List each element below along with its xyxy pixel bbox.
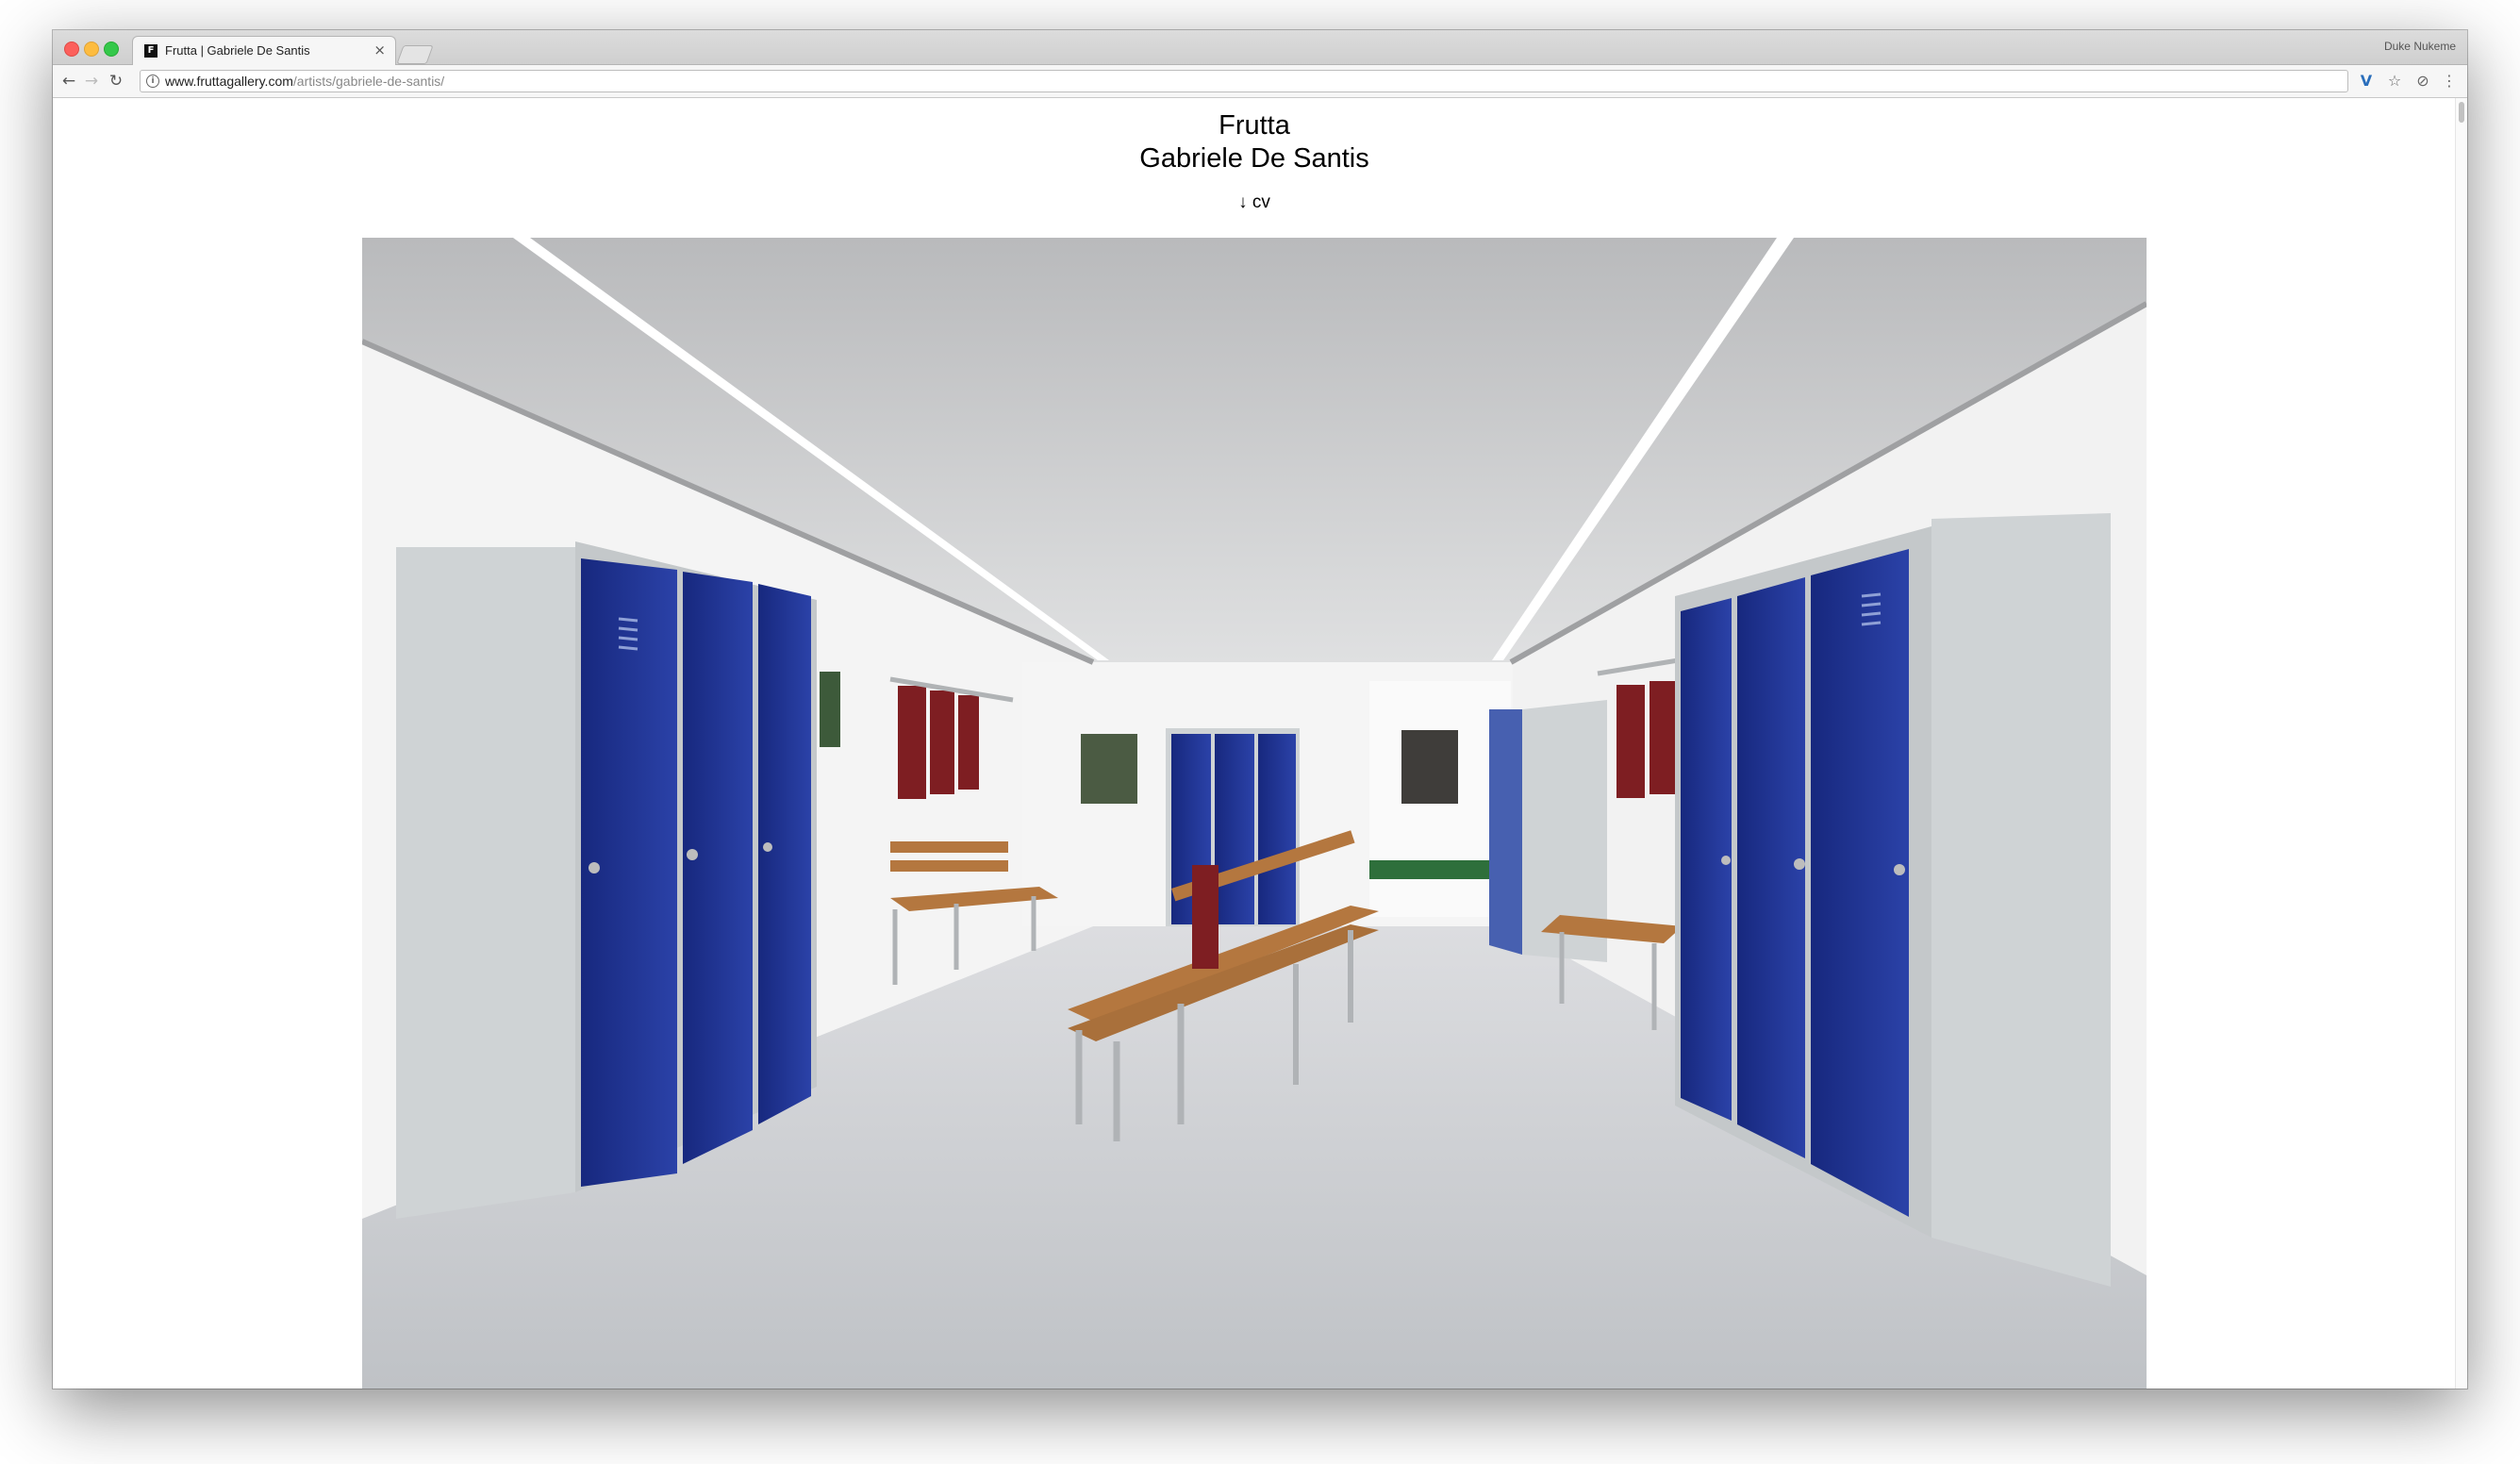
v-extension-icon[interactable]: V bbox=[2356, 71, 2377, 92]
gallery-name[interactable]: Frutta bbox=[53, 109, 2456, 141]
frutta-favicon-icon: F bbox=[144, 44, 158, 58]
shield-extension-icon[interactable]: ⊘ bbox=[2412, 71, 2433, 92]
arrow-right-icon[interactable]: → bbox=[81, 71, 102, 92]
tab-title: Frutta | Gabriele De Santis bbox=[165, 43, 310, 58]
artist-name: Gabriele De Santis bbox=[1139, 143, 1369, 174]
close-window-button[interactable] bbox=[64, 42, 79, 57]
profile-name[interactable]: Duke Nukeme bbox=[2384, 40, 2456, 53]
star-icon[interactable]: ☆ bbox=[2384, 71, 2405, 92]
reload-icon[interactable]: ↻ bbox=[106, 71, 126, 92]
cv-link[interactable]: ↓ cv bbox=[1238, 192, 1270, 212]
cv-link-row: ↓ cv bbox=[53, 192, 2456, 213]
installation-photo[interactable] bbox=[362, 238, 2147, 1389]
vertical-scrollbar[interactable] bbox=[2455, 98, 2467, 1389]
browser-toolbar: ← → ↻ i www.fruttagallery.com/artists/ga… bbox=[53, 65, 2467, 98]
url-host: www.fruttagallery.com bbox=[165, 74, 293, 89]
kebab-menu-icon[interactable]: ⋮ bbox=[2439, 71, 2460, 92]
locker-room-image bbox=[362, 238, 2147, 1389]
title-bar: F Frutta | Gabriele De Santis × Duke Nuk… bbox=[53, 30, 2467, 65]
url-text[interactable]: www.fruttagallery.com/artists/gabriele-d… bbox=[165, 74, 444, 89]
url-path: /artists/gabriele-de-santis/ bbox=[292, 74, 445, 89]
arrow-left-icon[interactable]: ← bbox=[58, 71, 79, 92]
scrollbar-thumb[interactable] bbox=[2459, 102, 2464, 123]
address-bar[interactable]: i www.fruttagallery.com/artists/gabriele… bbox=[140, 70, 2348, 92]
new-tab-button[interactable] bbox=[396, 45, 434, 64]
minimize-window-button[interactable] bbox=[84, 42, 99, 57]
close-tab-icon[interactable]: × bbox=[373, 42, 386, 58]
browser-window: F Frutta | Gabriele De Santis × Duke Nuk… bbox=[53, 30, 2467, 1389]
info-icon[interactable]: i bbox=[146, 75, 159, 88]
zoom-window-button[interactable] bbox=[104, 42, 119, 57]
browser-tab[interactable]: F Frutta | Gabriele De Santis × bbox=[132, 36, 396, 65]
page-viewport: Frutta Gabriele De Santis ↓ cv bbox=[53, 98, 2456, 1389]
